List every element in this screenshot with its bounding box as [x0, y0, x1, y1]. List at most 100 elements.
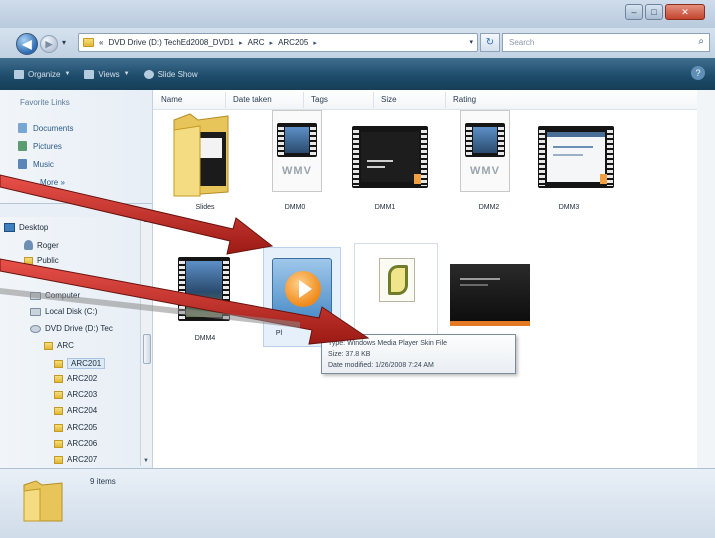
folders-header[interactable]: ⌄ [0, 203, 152, 217]
chevron-down-icon: ▼ [64, 71, 71, 77]
breadcrumb-arc205[interactable]: ARC205 [278, 38, 308, 47]
tooltip-date-modified: Date modified: 1/26/2008 7:24 AM [328, 362, 434, 369]
file-label: DMM3 [558, 204, 580, 211]
tooltip-type: Type: Windows Media Player Skin File [328, 340, 448, 347]
file-item-dmm0[interactable]: WMV DMM0 [258, 108, 332, 218]
file-label: Slides [195, 204, 215, 211]
slide-show-label: Slide Show [157, 69, 198, 79]
favorite-links-header: Favorite Links [20, 98, 70, 107]
scroll-up-icon[interactable]: ▲ [143, 218, 149, 224]
tree-node-desktop[interactable]: Desktop [4, 223, 48, 232]
video-thumbnail-icon [538, 126, 614, 188]
column-date-taken[interactable]: Date taken [233, 95, 272, 104]
forward-button[interactable]: ▶ [40, 35, 58, 53]
refresh-button[interactable]: ↻ [480, 33, 500, 52]
favorite-pictures[interactable]: Pictures [18, 141, 62, 151]
tooltip-size: Size: 37.8 KB [328, 351, 371, 358]
breadcrumb-arc[interactable]: ARC [248, 38, 265, 47]
back-button[interactable]: ◀ [16, 33, 38, 55]
tree-node-arc201[interactable]: ARC201 [54, 358, 106, 369]
tree-node-arc[interactable]: ARC [44, 341, 74, 350]
chevron-down-icon: ⌄ [140, 204, 147, 213]
views-button[interactable]: Views ▼ [84, 69, 130, 79]
column-divider[interactable] [225, 92, 226, 108]
breadcrumb-overflow[interactable]: « [99, 38, 103, 47]
maximize-button[interactable]: □ [645, 4, 663, 20]
wmv-file-icon: WMV [272, 110, 322, 192]
folder-icon [54, 374, 63, 383]
tree-node-arc203[interactable]: ARC203 [54, 390, 97, 399]
column-divider[interactable] [445, 92, 446, 108]
minimize-button[interactable]: – [625, 4, 643, 20]
tree-label: ARC202 [67, 374, 98, 383]
folder-icon [173, 113, 229, 197]
play-badge-icon [414, 174, 424, 184]
favorite-label: Documents [33, 123, 74, 133]
folder-icon [54, 439, 63, 448]
favorite-music[interactable]: Music [18, 159, 54, 169]
breadcrumb-chevron-icon[interactable]: ▸ [313, 39, 317, 47]
favorite-documents[interactable]: Documents [18, 123, 73, 133]
tree-node-arc206[interactable]: ARC206 [54, 439, 97, 448]
chevron-down-icon: ▼ [123, 71, 130, 77]
folder-icon [23, 480, 63, 522]
file-item-dmm2[interactable]: WMV DMM2 [452, 108, 526, 218]
address-bar[interactable]: « DVD Drive (D:) TechEd2008_DVD1 ▸ ARC ▸… [78, 33, 478, 52]
folder-icon [54, 423, 63, 432]
video-thumbnail-icon [277, 123, 317, 157]
wmv-badge: WMV [470, 165, 500, 177]
tree-node-arc207[interactable]: ARC207 [54, 455, 97, 464]
column-divider[interactable] [373, 92, 374, 108]
tree-node-public[interactable]: Public [24, 256, 59, 265]
title-bar [0, 0, 715, 28]
file-item-script[interactable] [354, 243, 438, 335]
breadcrumb-chevron-icon[interactable]: ▸ [239, 39, 243, 47]
close-button[interactable]: ✕ [665, 4, 705, 20]
documents-icon [18, 123, 27, 133]
file-list-scrollbar[interactable] [697, 90, 715, 468]
more-favorites-link[interactable]: More » [40, 178, 65, 187]
tree-node-arc205[interactable]: ARC205 [54, 423, 97, 432]
views-label: Views [98, 69, 120, 79]
scrollbar-thumb[interactable] [143, 334, 151, 364]
column-size[interactable]: Size [381, 95, 397, 104]
tree-node-arc204[interactable]: ARC204 [54, 406, 97, 415]
favorite-label: Pictures [33, 141, 62, 151]
script-file-icon [379, 258, 415, 302]
tree-node-local-disk[interactable]: Local Disk (C:) [30, 307, 97, 316]
file-item-slides[interactable]: Slides [168, 108, 242, 218]
file-item-dmm4[interactable]: DMM4 [168, 255, 242, 365]
address-dropdown-icon[interactable]: ▾ [469, 38, 473, 46]
slide-show-button[interactable]: Slide Show [143, 69, 198, 79]
file-item-dmm3[interactable]: DMM3 [532, 108, 614, 218]
scroll-down-icon[interactable]: ▼ [143, 458, 149, 464]
folder-icon [54, 406, 63, 415]
breadcrumb-dvd-drive[interactable]: DVD Drive (D:) TechEd2008_DVD1 [108, 38, 234, 47]
file-item-media-player-skin[interactable]: Pl [263, 247, 341, 347]
folder-icon [83, 38, 94, 47]
help-button[interactable]: ? [691, 66, 705, 80]
media-player-skin-icon [272, 258, 332, 318]
column-divider[interactable] [303, 92, 304, 108]
breadcrumb-chevron-icon[interactable]: ▸ [270, 39, 274, 47]
organize-label: Organize [28, 69, 61, 79]
column-name[interactable]: Name [161, 95, 182, 104]
folder-icon [54, 390, 63, 399]
slide-show-icon [143, 69, 154, 79]
column-tags[interactable]: Tags [311, 95, 328, 104]
recent-pages-button[interactable]: ▾ [62, 38, 66, 47]
search-input[interactable]: Search ⌕ [502, 33, 710, 52]
tree-node-user[interactable]: Roger [24, 240, 59, 250]
column-rating[interactable]: Rating [453, 95, 476, 104]
organize-button[interactable]: Organize ▼ [14, 69, 71, 79]
folder-icon [24, 256, 33, 265]
search-icon[interactable]: ⌕ [698, 36, 704, 47]
file-label: DMM2 [478, 204, 500, 211]
navigation-scrollbar[interactable]: ▲ ▼ [140, 216, 152, 466]
file-item-dmm1[interactable]: DMM1 [348, 108, 428, 218]
favorite-label: Music [33, 159, 54, 169]
tree-node-arc202[interactable]: ARC202 [54, 374, 97, 383]
tree-label: ARC205 [67, 423, 98, 432]
tree-node-computer[interactable]: Computer [30, 291, 80, 300]
tree-node-dvd-drive[interactable]: DVD Drive (D:) Tec [30, 324, 113, 333]
